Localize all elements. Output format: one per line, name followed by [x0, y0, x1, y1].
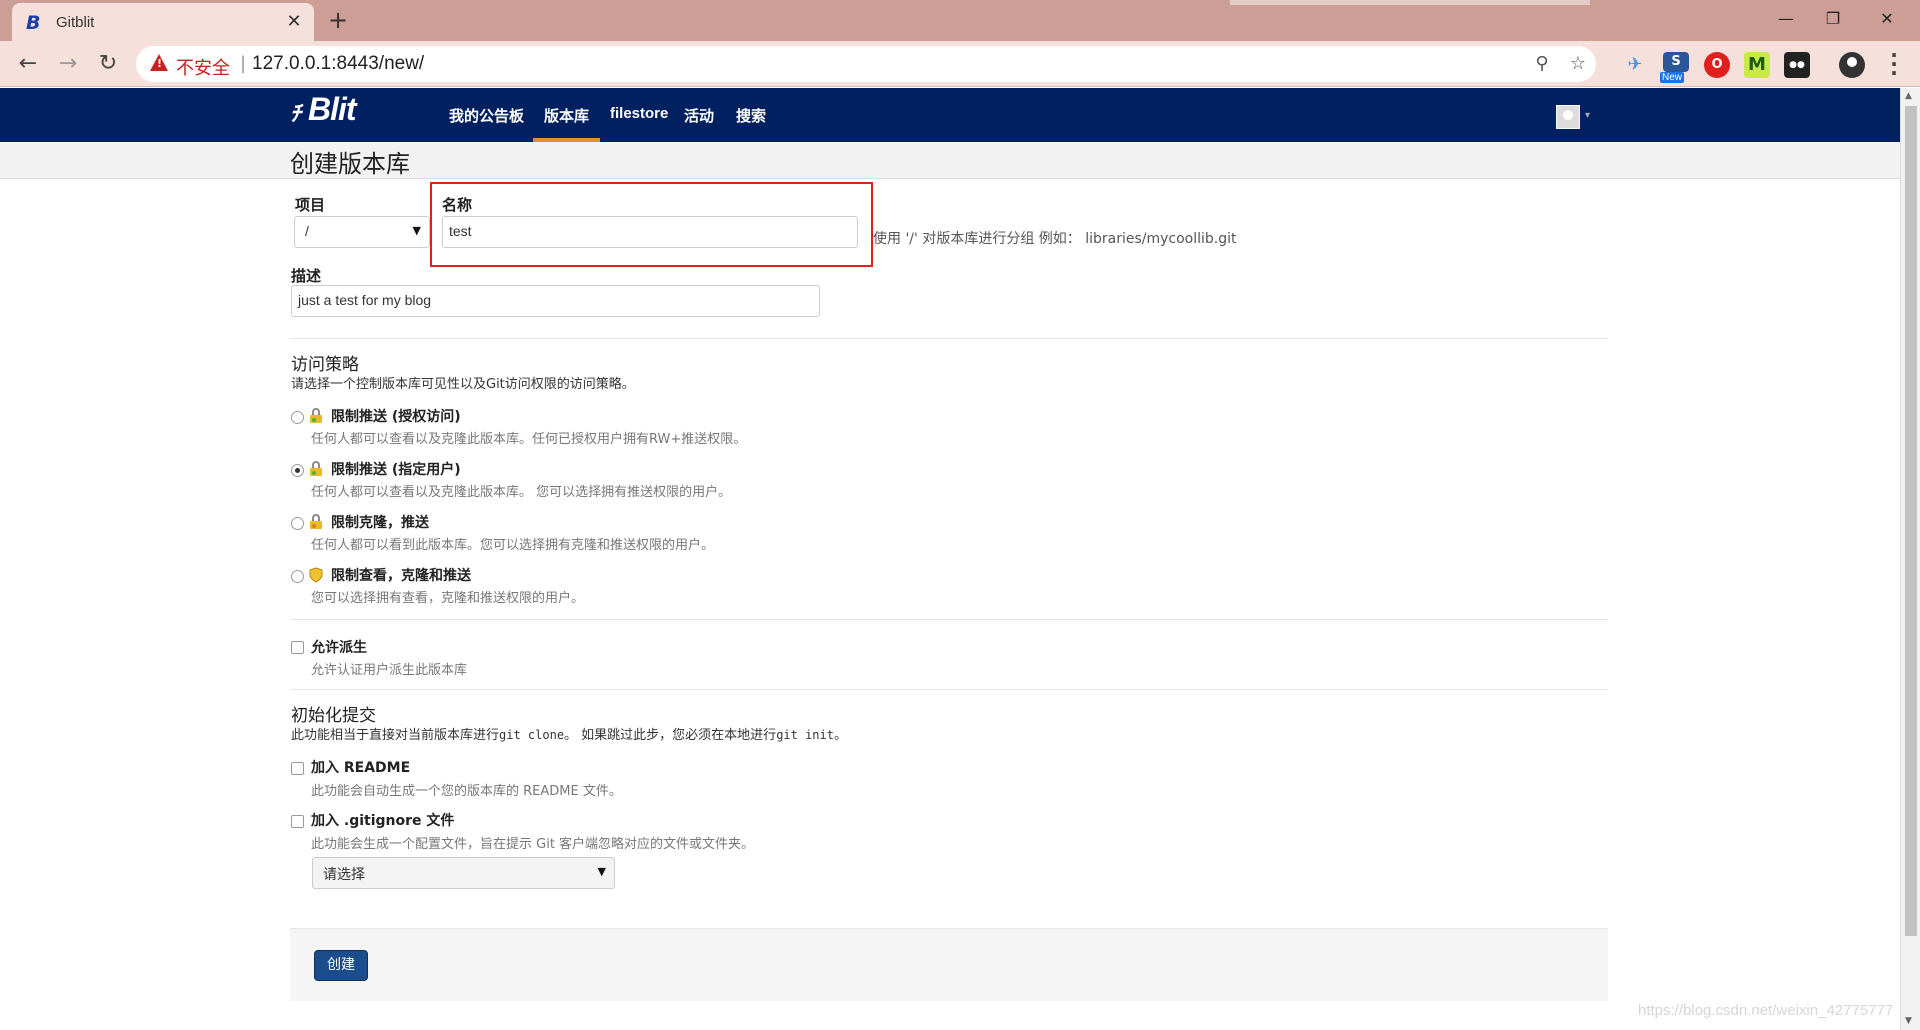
access-option-desc: 任何人都可以看到此版本库。您可以选择拥有克隆和推送权限的用户。	[311, 538, 715, 553]
gitblit-favicon-icon: B	[26, 12, 41, 34]
nav-repositories[interactable]: 版本库	[544, 105, 589, 126]
form-actions: 创建	[290, 928, 1608, 1001]
m-extension-icon[interactable]: M	[1744, 52, 1770, 78]
scroll-down-icon[interactable]: ▼	[1905, 1016, 1912, 1026]
readme-desc: 此功能会自动生成一个您的版本库的 README 文件。	[311, 784, 622, 799]
zoom-icon[interactable]: ⚲	[1530, 52, 1554, 76]
nav-dashboard[interactable]: 我的公告板	[449, 105, 524, 126]
browser-toolbar: ← → ↻ 不安全 | 127.0.0.1:8443/new/ ⚲ ☆ ✈ S …	[0, 41, 1920, 87]
page-header: 创建版本库	[0, 142, 1900, 179]
lock-icon	[310, 461, 322, 476]
highlight-box	[430, 182, 873, 267]
gitblit-logo-mark[interactable]: ﾁ	[290, 96, 301, 128]
allow-fork-title[interactable]: 允许派生	[311, 637, 367, 657]
divider	[290, 689, 1608, 690]
init-desc-mid: 。 如果跳过此步，您必须在本地进行	[564, 728, 777, 743]
access-radio-view-clone-push[interactable]	[291, 570, 304, 583]
url-text[interactable]: 127.0.0.1:8443/new/	[252, 53, 424, 75]
browser-tab[interactable]: B Gitblit ✕	[12, 3, 314, 41]
init-commit-title: 初始化提交	[291, 706, 376, 726]
readme-title[interactable]: 加入 README	[311, 757, 410, 777]
address-bar[interactable]: 不安全 | 127.0.0.1:8443/new/ ⚲ ☆	[136, 46, 1596, 82]
sunglasses-extension-icon[interactable]: ●●	[1784, 52, 1810, 78]
access-option-desc: 任何人都可以查看以及克隆此版本库。 您可以选择拥有推送权限的用户。	[311, 485, 732, 500]
allow-fork-desc: 允许认证用户派生此版本库	[311, 663, 468, 678]
init-desc-cmd-init: git init	[776, 728, 834, 742]
nav-filestore[interactable]: filestore	[610, 105, 668, 122]
access-option-title[interactable]: 限制查看，克隆和推送	[331, 565, 471, 585]
allow-fork-checkbox[interactable]	[291, 641, 304, 654]
browser-menu-icon[interactable]: · · ·	[1888, 45, 1900, 83]
access-radio-named-push[interactable]	[291, 464, 304, 477]
readme-checkbox[interactable]	[291, 762, 304, 775]
access-option-title[interactable]: 限制克隆，推送	[331, 512, 429, 532]
divider	[290, 619, 1608, 620]
back-icon[interactable]: ←	[12, 48, 44, 80]
init-desc-post: 。	[833, 728, 847, 743]
page-title: 创建版本库	[290, 150, 410, 178]
shield-icon	[309, 567, 323, 583]
forward-icon[interactable]: →	[52, 48, 84, 80]
insecure-label[interactable]: 不安全	[176, 54, 230, 80]
bookmark-star-icon[interactable]: ☆	[1566, 52, 1590, 76]
gitignore-select[interactable]: 请选择 ▼	[312, 857, 615, 889]
page-scrollbar[interactable]: ▲ ▼	[1900, 88, 1920, 1030]
project-select[interactable]: / ▼	[294, 216, 430, 248]
lock-icon	[310, 408, 322, 423]
nav-search[interactable]: 搜索	[736, 105, 766, 126]
create-button[interactable]: 创建	[314, 950, 368, 981]
gitblit-navbar: ﾁ Blit 我的公告板 版本库 filestore 活动 搜索 ▾	[0, 88, 1900, 142]
select-caret-icon: ▼	[412, 224, 421, 237]
init-commit-desc: 此功能相当于直接对当前版本库进行git clone。 如果跳过此步，您必须在本地…	[291, 724, 847, 743]
tab-title: Gitblit	[56, 14, 95, 31]
project-select-value: /	[305, 223, 309, 239]
profile-avatar-icon[interactable]	[1839, 52, 1865, 78]
name-hint: 使用 '/' 对版本库进行分组 例如： libraries/mycoollib.…	[873, 231, 1237, 247]
access-option-desc: 您可以选择拥有查看，克隆和推送权限的用户。	[311, 591, 585, 606]
access-option-title[interactable]: 限制推送 (指定用户)	[331, 459, 461, 479]
scroll-up-icon[interactable]: ▲	[1905, 91, 1912, 101]
access-option-title[interactable]: 限制推送 (授权访问)	[331, 406, 461, 426]
ublock-extension-icon[interactable]: O	[1704, 52, 1730, 78]
gitignore-desc: 此功能会生成一个配置文件，旨在提示 Git 客户端忽略对应的文件或文件夹。	[311, 837, 755, 852]
init-desc-cmd-clone: git clone	[499, 728, 565, 742]
gitignore-select-value: 请选择	[323, 866, 365, 882]
gitignore-checkbox[interactable]	[291, 815, 304, 828]
nav-activity[interactable]: 活动	[684, 105, 714, 126]
access-radio-authenticated-push[interactable]	[291, 411, 304, 424]
address-separator: |	[240, 53, 247, 74]
reload-icon[interactable]: ↻	[92, 48, 124, 80]
access-policy-title: 访问策略	[291, 355, 359, 375]
access-option-desc: 任何人都可以查看以及克隆此版本库。任何已授权用户拥有RW+推送权限。	[311, 432, 747, 447]
new-extension-icon[interactable]: S	[1663, 52, 1689, 72]
minimize-button[interactable]: —	[1761, 0, 1811, 38]
divider	[290, 338, 1608, 339]
warning-icon[interactable]	[150, 54, 168, 71]
project-label: 项目	[295, 196, 326, 214]
new-tab-button[interactable]: +	[324, 7, 352, 35]
maximize-button[interactable]: ❐	[1808, 0, 1858, 38]
user-avatar[interactable]	[1556, 105, 1580, 129]
description-input[interactable]: just a test for my blog	[291, 285, 820, 317]
browser-tab-bar: B Gitblit ✕ + — ❐ ✕	[0, 0, 1920, 41]
tab-strip-highlight	[1230, 0, 1590, 5]
scrollbar-thumb[interactable]	[1905, 106, 1917, 936]
tab-close-icon[interactable]: ✕	[282, 10, 306, 34]
access-policy-desc: 请选择一个控制版本库可见性以及Git访问权限的访问策略。	[291, 377, 635, 392]
gitignore-title[interactable]: 加入 .gitignore 文件	[311, 810, 454, 830]
new-badge: New	[1660, 72, 1685, 83]
chevron-down-icon[interactable]: ▾	[1585, 110, 1590, 121]
init-desc-pre: 此功能相当于直接对当前版本库进行	[291, 728, 500, 743]
select-caret-icon: ▼	[597, 865, 606, 878]
description-label: 描述	[291, 267, 322, 285]
watermark-text: https://blog.csdn.net/weixin_42775777	[1638, 1002, 1894, 1019]
access-radio-clone-push[interactable]	[291, 517, 304, 530]
close-window-button[interactable]: ✕	[1862, 0, 1912, 38]
gitblit-logo[interactable]: Blit	[308, 91, 357, 128]
lock-icon	[310, 514, 322, 529]
bookmark-extension-icon[interactable]: ✈	[1622, 52, 1648, 78]
